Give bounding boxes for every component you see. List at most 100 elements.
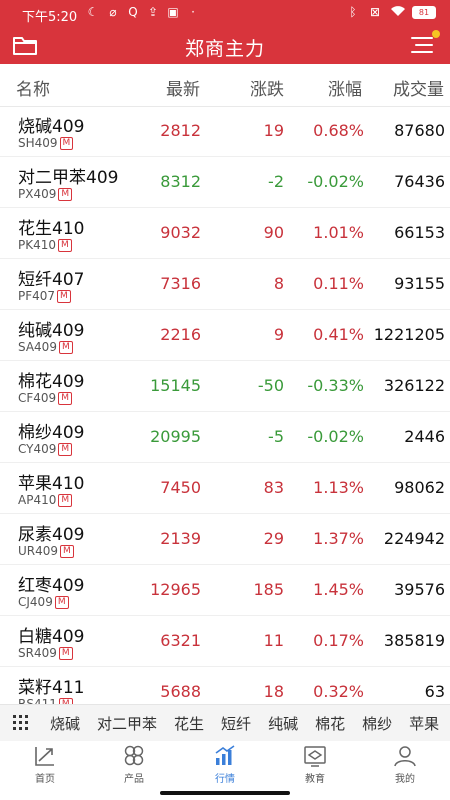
price-change: 90 (263, 223, 284, 242)
contract-name: 菜籽411 (18, 678, 85, 698)
main-contract-badge: M (59, 136, 74, 150)
contract-code: AP410 (18, 493, 57, 507)
category-tab[interactable]: 短纤 (221, 713, 251, 734)
volume: 66153 (394, 223, 445, 242)
contract-code-wrap: SA409 M (18, 340, 73, 354)
table-row[interactable]: 棉纱409 CY409 M 20995 -5 -0.02% 2446 (0, 412, 450, 463)
price-change: 29 (263, 529, 284, 548)
change-percent: 1.01% (313, 223, 364, 242)
latest-price: 8312 (160, 172, 201, 191)
category-tab[interactable]: 对二甲苯 (97, 713, 157, 734)
table-row[interactable]: 短纤407 PF407 M 7316 8 0.11% 93155 (0, 259, 450, 310)
notification-dot (432, 30, 440, 38)
home-indicator[interactable] (160, 791, 290, 795)
status-time: 下午5:20 (22, 10, 78, 25)
table-row[interactable]: 烧碱409 SH409 M 2812 19 0.68% 87680 (0, 106, 450, 157)
nav-education[interactable]: 教育 (285, 745, 345, 785)
change-percent: 0.41% (313, 325, 364, 344)
contract-code: UR409 (18, 544, 59, 558)
table-row[interactable]: 对二甲苯409 PX409 M 8312 -2 -0.02% 76436 (0, 157, 450, 208)
contract-name: 纯碱409 (18, 321, 85, 341)
search-app-icon: Q (128, 5, 138, 19)
main-contract-badge: M (58, 493, 73, 507)
change-percent: 1.37% (313, 529, 364, 548)
contract-code-wrap: AP410 M (18, 493, 73, 507)
category-list: 烧碱 对二甲苯 花生 短纤 纯碱 棉花 棉纱 苹果 (50, 713, 439, 734)
contract-code-wrap: CJ409 M (18, 595, 69, 609)
category-tab[interactable]: 棉纱 (362, 713, 392, 734)
contract-name: 烧碱409 (18, 117, 85, 137)
grid-menu-icon[interactable] (12, 714, 30, 732)
header-change[interactable]: 涨跌 (250, 75, 284, 100)
contract-code-wrap: UR409 M (18, 544, 74, 558)
main-contract-badge: M (54, 595, 69, 609)
contract-code: CY409 (18, 442, 57, 456)
contract-code: SA409 (18, 340, 57, 354)
wifi-icon (390, 5, 405, 19)
category-tab[interactable]: 花生 (174, 713, 204, 734)
nav-home[interactable]: 首页 (15, 745, 75, 785)
nav-profile-label: 我的 (395, 774, 415, 785)
table-row[interactable]: 白糖409 SR409 M 6321 11 0.17% 385819 (0, 616, 450, 667)
menu-icon[interactable] (410, 30, 440, 58)
price-change: 11 (263, 631, 284, 650)
market-bars-icon (215, 745, 235, 765)
category-bar: 烧碱 对二甲苯 花生 短纤 纯碱 棉花 棉纱 苹果 (0, 704, 450, 742)
table-row[interactable]: 苹果410 AP410 M 7450 83 1.13% 98062 (0, 463, 450, 514)
main-contract-badge: M (57, 289, 71, 303)
table-row[interactable]: 棉花409 CF409 M 15145 -50 -0.33% 326122 (0, 361, 450, 412)
contract-name: 红枣409 (18, 576, 85, 596)
contract-code: PK410 (18, 238, 57, 252)
latest-price: 2812 (160, 121, 201, 140)
volume: 93155 (394, 274, 445, 293)
quote-list: 烧碱409 SH409 M 2812 19 0.68% 87680 对二甲苯409 PX409 M… (0, 106, 450, 718)
latest-price: 2216 (160, 325, 201, 344)
volume: 385819 (383, 631, 445, 650)
moon-icon: ☾ (87, 5, 99, 19)
latest-price: 12965 (150, 580, 201, 599)
latest-price: 15145 (150, 376, 201, 395)
table-row[interactable]: 红枣409 CJ409 M 12965 185 1.45% 39576 (0, 565, 450, 616)
nav-product-label: 产品 (124, 774, 144, 785)
nav-product[interactable]: 产品 (104, 745, 164, 785)
change-percent: 0.32% (313, 682, 364, 701)
main-contract-badge: M (58, 340, 73, 354)
main-contract-badge: M (58, 391, 72, 405)
volume: 326122 (383, 376, 445, 395)
price-change: -2 (268, 172, 284, 191)
category-tab[interactable]: 烧碱 (50, 713, 80, 734)
latest-price: 20995 (150, 427, 201, 446)
table-header: 名称 最新 涨跌 涨幅 成交量 (0, 64, 450, 107)
nav-market[interactable]: 行情 (195, 745, 255, 785)
page-title: 郑商主力 (184, 38, 265, 60)
latest-price: 2139 (160, 529, 201, 548)
header-latest[interactable]: 最新 (166, 75, 200, 100)
contract-code-wrap: PK410 M (18, 238, 72, 252)
table-row[interactable]: 纯碱409 SA409 M 2216 9 0.41% 1221205 (0, 310, 450, 361)
header-name[interactable]: 名称 (16, 75, 50, 100)
contract-name: 短纤407 (18, 270, 85, 290)
contract-name: 对二甲苯409 (18, 168, 119, 188)
latest-price: 7316 (160, 274, 201, 293)
latest-price: 6321 (160, 631, 201, 650)
contract-code: CJ409 (18, 595, 53, 609)
latest-price: 9032 (160, 223, 201, 242)
status-icons-right: ᛒ ⊠ 81 (346, 5, 436, 19)
table-row[interactable]: 花生410 PK410 M 9032 90 1.01% 66153 (0, 208, 450, 259)
header-pct[interactable]: 涨幅 (328, 75, 362, 100)
contract-code: PX409 (18, 187, 57, 201)
mute-icon: ⌀ (109, 5, 117, 19)
category-tab[interactable]: 纯碱 (268, 713, 298, 734)
header-volume[interactable]: 成交量 (393, 75, 444, 100)
change-percent: 1.13% (313, 478, 364, 497)
upload-icon: ⇪ (147, 5, 159, 19)
category-tab[interactable]: 棉花 (315, 713, 345, 734)
change-percent: 0.17% (313, 631, 364, 650)
nav-profile[interactable]: 我的 (375, 745, 435, 785)
category-tab[interactable]: 苹果 (409, 713, 439, 734)
contract-code-wrap: SH409 M (18, 136, 74, 150)
bottom-nav: 首页 产品 行情 教育 我的 (0, 741, 450, 786)
volume: 2446 (404, 427, 445, 446)
table-row[interactable]: 尿素409 UR409 M 2139 29 1.37% 224942 (0, 514, 450, 565)
contract-name: 棉纱409 (18, 423, 85, 443)
